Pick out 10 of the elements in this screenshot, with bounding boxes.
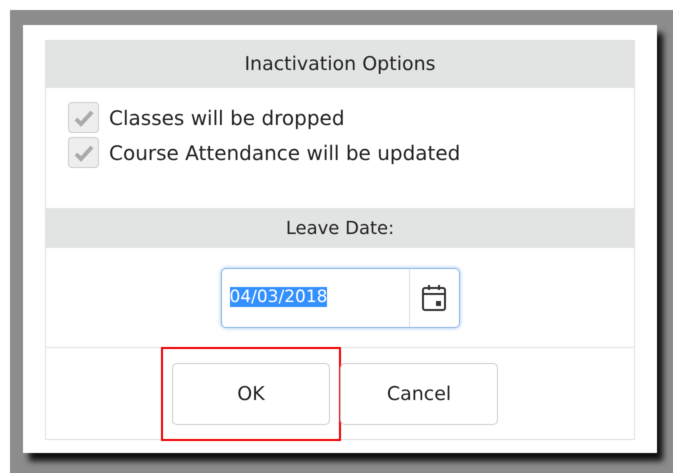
check-icon xyxy=(74,144,94,162)
section-title: Leave Date: xyxy=(46,208,634,248)
option-label: Course Attendance will be updated xyxy=(109,140,460,166)
cancel-button[interactable]: Cancel xyxy=(340,363,498,425)
date-value: 04/03/2018 xyxy=(230,286,328,307)
check-icon xyxy=(74,108,94,126)
ok-button[interactable]: OK xyxy=(172,363,330,425)
dialog-title: Inactivation Options xyxy=(46,41,634,88)
option-label: Classes will be dropped xyxy=(109,104,345,132)
calendar-icon[interactable] xyxy=(421,282,447,312)
